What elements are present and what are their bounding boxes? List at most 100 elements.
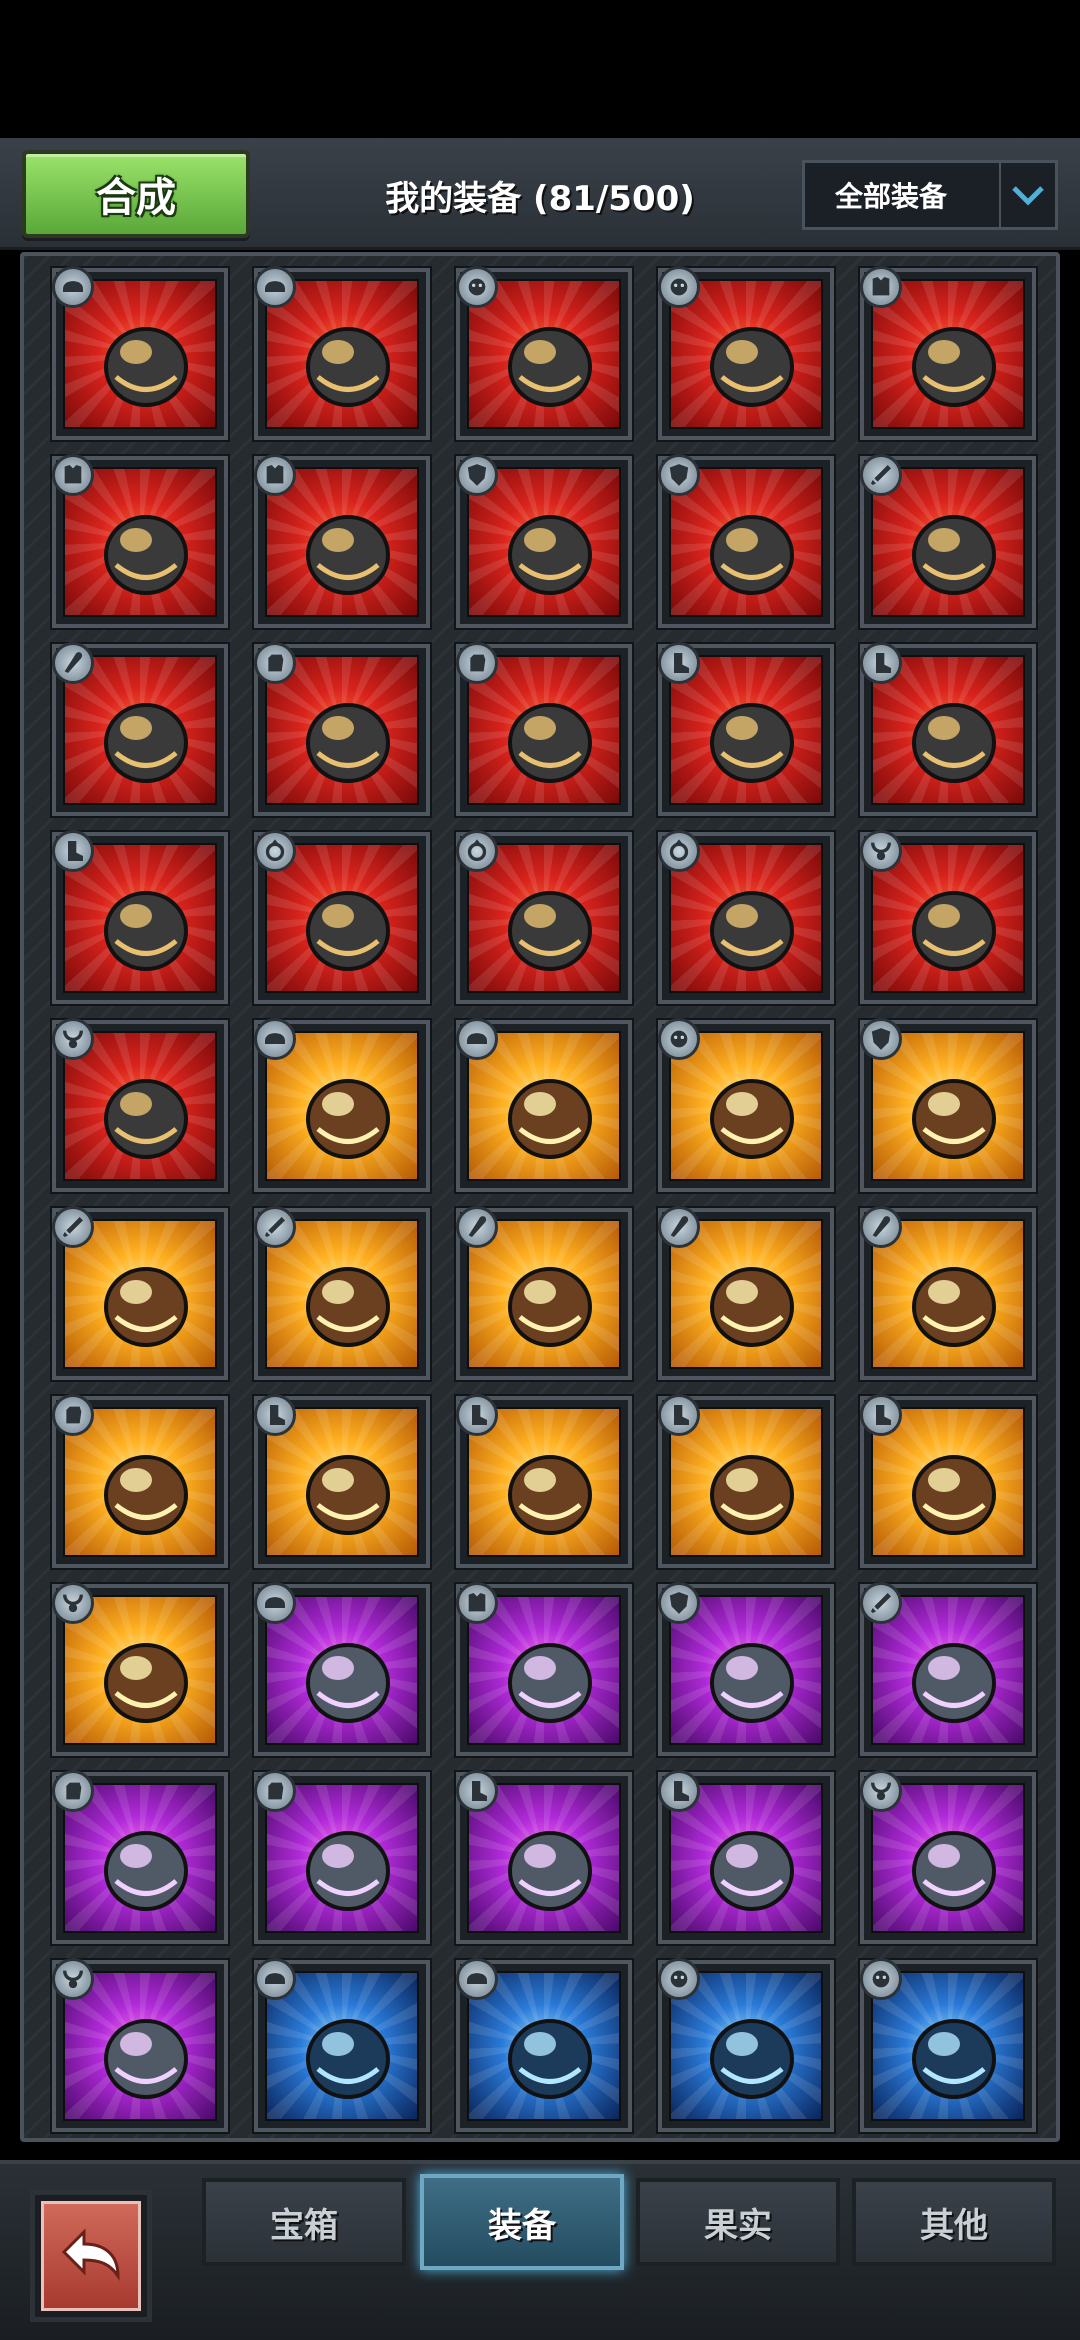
equipment-slot-crimson-boots[interactable] [254, 1394, 430, 1568]
necklace-type-icon [52, 1582, 94, 1624]
equipment-slot-roller-skates[interactable] [456, 1770, 632, 1944]
monster-helmet-icon [293, 307, 403, 417]
inventory-row [52, 1394, 1042, 1568]
equipment-slot-crimson-boots[interactable] [456, 1394, 632, 1568]
boots-type-icon [52, 830, 94, 872]
equipment-slot-net-stockings[interactable] [860, 642, 1036, 816]
equipment-slot-hero-armor[interactable] [52, 454, 228, 628]
equipment-slot-sun-staff[interactable] [658, 1206, 834, 1380]
equipment-slot-infinity-gauntlet[interactable] [456, 642, 632, 816]
equipment-slot-monster-helmet[interactable] [254, 266, 430, 440]
equipment-slot-claw-ring[interactable] [658, 830, 834, 1004]
boots-type-icon [658, 1770, 700, 1812]
equipment-slot-knight-helm[interactable] [254, 1582, 430, 1756]
gloves-type-icon [456, 642, 498, 684]
crimson-shield-icon [697, 1623, 807, 1733]
tab-label: 其他 [920, 2205, 988, 2246]
equipment-slot-claw-ring[interactable] [456, 830, 632, 1004]
inventory-row [52, 830, 1042, 1004]
blue-hilt-sword-icon [91, 1247, 201, 1357]
accessory-type-icon [456, 266, 498, 308]
mystery-orb-icon [697, 307, 807, 417]
equipment-slot-blue-hilt-sword[interactable] [254, 1206, 430, 1380]
knight-helm-icon [293, 1623, 403, 1733]
equipment-slot-crimson-boots[interactable] [658, 1394, 834, 1568]
equipment-slot-bronze-gauntlet[interactable] [52, 1770, 228, 1944]
equipment-slot-red-spear[interactable] [860, 454, 1036, 628]
equipment-slot-moon-necklace[interactable] [52, 1018, 228, 1192]
tab-fruit[interactable]: 果实 [636, 2178, 840, 2266]
bronze-gauntlet-icon [293, 1811, 403, 1921]
equipment-slot-crimson-boots[interactable] [860, 1394, 1036, 1568]
shield-type-icon [456, 454, 498, 496]
equipment-slot-infinity-gauntlet[interactable] [254, 642, 430, 816]
equipment-slot-cloth-hood[interactable] [456, 1958, 632, 2132]
equipment-slot-stone-crown[interactable] [254, 1018, 430, 1192]
fang-necklace-icon [899, 1811, 1009, 1921]
equipment-slot-cloth-hood[interactable] [254, 1958, 430, 2132]
equipment-slot-fang-necklace[interactable] [52, 1958, 228, 2132]
equipment-slot-crimson-shield[interactable] [658, 1582, 834, 1756]
tab-other[interactable]: 其他 [852, 2178, 1056, 2266]
equipment-slot-bronze-gauntlet[interactable] [254, 1770, 430, 1944]
equipment-slot-rune-shield[interactable] [658, 1958, 834, 2132]
tab-treasure-chest[interactable]: 宝箱 [202, 2178, 406, 2266]
equipment-slot-golden-wing-shield[interactable] [658, 454, 834, 628]
inventory-grid-panel[interactable] [20, 252, 1060, 2142]
golden-wing-shield-icon [697, 495, 807, 605]
weapon-type-icon [860, 454, 902, 496]
equipment-filter-dropdown[interactable]: 全部装备 [802, 160, 1058, 230]
shield-type-icon [658, 1582, 700, 1624]
stone-crown-icon [495, 1059, 605, 1169]
page-title: 我的装备 (81/500) [385, 178, 695, 219]
equipment-slot-hero-armor[interactable] [860, 266, 1036, 440]
tab-label: 装备 [488, 2205, 556, 2246]
merge-button[interactable]: 合成 [22, 150, 250, 238]
weapon-type-icon [860, 1582, 902, 1624]
equipment-slot-fang-necklace[interactable] [860, 1770, 1036, 1944]
equipment-slot-moon-necklace[interactable] [860, 830, 1036, 1004]
hero-armor-icon [91, 495, 201, 605]
necklace-type-icon [52, 1018, 94, 1060]
filter-selected-value: 全部装备 [835, 180, 948, 213]
equipment-slot-blue-hilt-sword[interactable] [52, 1206, 228, 1380]
equipment-slot-mystery-orb[interactable] [658, 266, 834, 440]
equipment-slot-monster-helmet[interactable] [52, 266, 228, 440]
crimson-boots-icon [697, 1435, 807, 1545]
claw-ring-icon [495, 871, 605, 981]
boots-type-icon [456, 1394, 498, 1436]
chevron-down-icon[interactable] [999, 163, 1055, 227]
equipment-slot-claw-ring[interactable] [254, 830, 430, 1004]
armor-type-icon [52, 454, 94, 496]
equipment-slot-fire-mask[interactable] [658, 1018, 834, 1192]
equipment-slot-hero-armor[interactable] [254, 454, 430, 628]
accessory-type-icon [658, 1958, 700, 2000]
boots-type-icon [860, 1394, 902, 1436]
inventory-row [52, 266, 1042, 440]
equipment-slot-net-stockings[interactable] [658, 642, 834, 816]
equipment-slot-rune-shield[interactable] [860, 1958, 1036, 2132]
equipment-slot-mystery-orb[interactable] [456, 266, 632, 440]
net-stockings-icon [899, 683, 1009, 793]
boots-type-icon [456, 1770, 498, 1812]
equipment-slot-curved-dagger[interactable] [860, 1582, 1036, 1756]
equipment-slot-sun-staff[interactable] [860, 1206, 1036, 1380]
equipment-slot-sun-staff[interactable] [456, 1206, 632, 1380]
equipment-slot-jade-necklace[interactable] [52, 1582, 228, 1756]
equipment-slot-silver-armor[interactable] [456, 1582, 632, 1756]
gloves-type-icon [254, 642, 296, 684]
boots-type-icon [658, 1394, 700, 1436]
equipment-slot-crystal-shield[interactable] [860, 1018, 1036, 1192]
equipment-slot-winged-scepter[interactable] [52, 642, 228, 816]
equipment-slot-net-stockings[interactable] [52, 830, 228, 1004]
equipment-slot-bone-claw-glove[interactable] [52, 1394, 228, 1568]
staff-type-icon [456, 1206, 498, 1248]
accessory-type-icon [860, 1958, 902, 2000]
equipment-slot-stone-crown[interactable] [456, 1018, 632, 1192]
helmet-type-icon [456, 1958, 498, 2000]
equipment-slot-golden-wing-shield[interactable] [456, 454, 632, 628]
tab-equipment[interactable]: 装备 [420, 2174, 624, 2270]
red-spear-icon [899, 495, 1009, 605]
back-button[interactable] [30, 2190, 152, 2322]
equipment-slot-roller-skates[interactable] [658, 1770, 834, 1944]
